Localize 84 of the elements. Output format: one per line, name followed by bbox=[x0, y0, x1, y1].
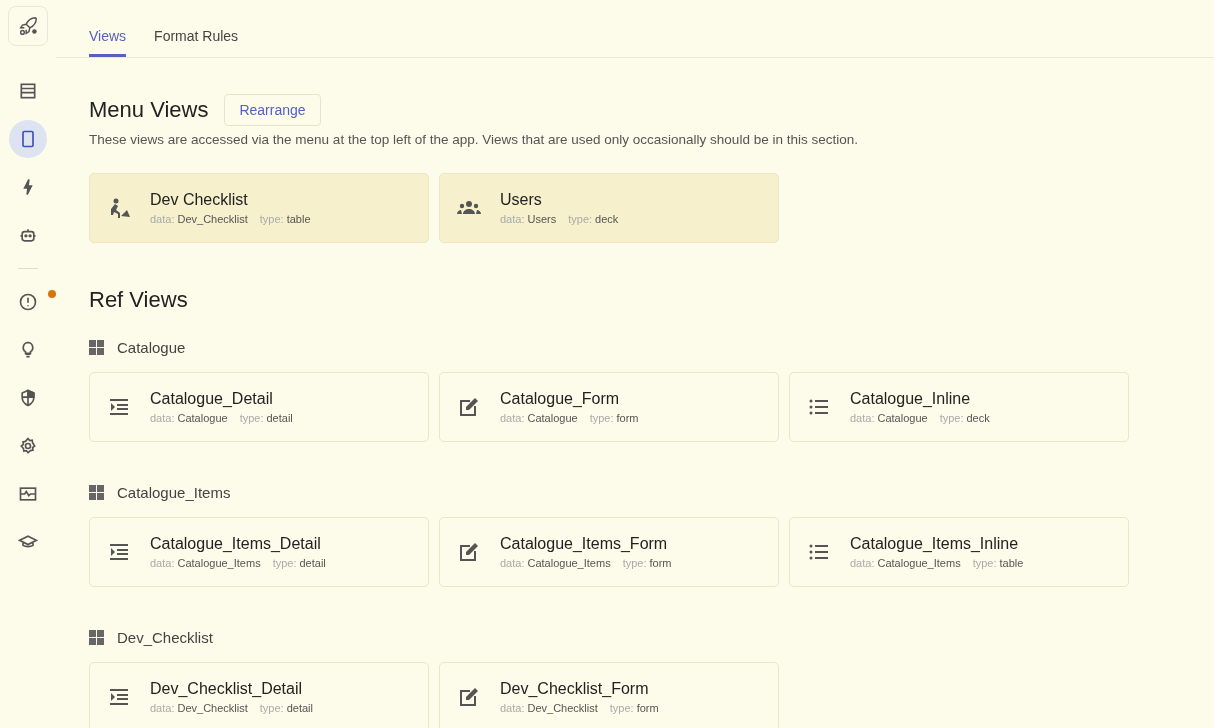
view-card[interactable]: Catalogue_Form data: Catalogue type: form bbox=[439, 372, 779, 442]
view-name: Dev_Checklist_Form bbox=[500, 680, 650, 698]
view-card[interactable]: Catalogue_Items_Form data: Catalogue_Items type: form bbox=[439, 517, 779, 587]
meta-label: type: bbox=[239, 412, 264, 424]
meta-value: table bbox=[999, 557, 1024, 569]
meta-label: type: bbox=[939, 412, 964, 424]
view-name: Dev_Checklist_Detail bbox=[150, 680, 304, 698]
tab[interactable]: Views bbox=[89, 0, 127, 57]
view-name: Users bbox=[500, 191, 543, 209]
meta-value: form bbox=[616, 412, 639, 424]
meta-label: data: bbox=[850, 412, 875, 424]
edit-icon bbox=[457, 395, 481, 419]
settings-icon bbox=[18, 436, 38, 456]
meta-label: data: bbox=[500, 412, 525, 424]
meta-value: Dev_Checklist bbox=[177, 213, 248, 225]
edit-icon bbox=[457, 685, 481, 709]
section-title: Ref Views bbox=[89, 287, 189, 313]
view-name: Catalogue_Items_Form bbox=[500, 535, 669, 553]
meta-label: type: bbox=[972, 557, 997, 569]
meta-value: Users bbox=[527, 213, 557, 225]
view-card[interactable]: Catalogue_Inline data: Catalogue type: deck bbox=[789, 372, 1129, 442]
meta-label: data: bbox=[150, 213, 175, 225]
meta-value: deck bbox=[966, 412, 990, 424]
meta-label: type: bbox=[622, 557, 647, 569]
tab[interactable]: Format Rules bbox=[154, 0, 239, 57]
grid-icon bbox=[89, 339, 105, 356]
meta-value: deck bbox=[595, 213, 619, 225]
meta-value: table bbox=[286, 213, 311, 225]
meta-label: type: bbox=[272, 557, 297, 569]
meta-label: data: bbox=[150, 557, 175, 569]
meta-label: type: bbox=[259, 213, 284, 225]
section-description: These views are accessed via the menu at the top left of the app. Views that are used only occasionally should be in this section. bbox=[89, 132, 859, 147]
view-card[interactable]: Catalogue_Items_Detail data: Catalogue_Items type: detail bbox=[89, 517, 429, 587]
table-icon bbox=[18, 81, 38, 101]
meta-value: form bbox=[649, 557, 672, 569]
app-logo[interactable] bbox=[8, 6, 48, 46]
view-card[interactable]: Users data: Users type: deck bbox=[439, 173, 779, 243]
grid-icon bbox=[89, 484, 105, 501]
meta-value: Catalogue_Items bbox=[877, 557, 961, 569]
meta-label: data: bbox=[850, 557, 875, 569]
section-title: Menu Views bbox=[89, 97, 209, 123]
view-card[interactable]: Catalogue_Items_Inline data: Catalogue_Items type: table bbox=[789, 517, 1129, 587]
meta-label: type: bbox=[568, 213, 593, 225]
group-name: Dev_Checklist bbox=[117, 629, 213, 646]
meta-label: type: bbox=[259, 702, 284, 714]
meta-label: data: bbox=[150, 702, 175, 714]
meta-value: form bbox=[636, 702, 659, 714]
meta-label: data: bbox=[500, 213, 525, 225]
view-name: Catalogue_Items_Detail bbox=[150, 535, 322, 553]
edit-icon bbox=[457, 540, 481, 564]
meta-label: data: bbox=[500, 702, 525, 714]
notification-dot bbox=[48, 290, 56, 298]
meta-value: Catalogue bbox=[877, 412, 928, 424]
meta-label: type: bbox=[609, 702, 634, 714]
phone-nav-item[interactable] bbox=[9, 120, 47, 158]
view-name: Dev Checklist bbox=[150, 191, 249, 209]
view-name: Catalogue_Form bbox=[500, 390, 621, 408]
view-name: Catalogue_Detail bbox=[150, 390, 274, 408]
meta-label: type: bbox=[589, 412, 614, 424]
meta-value: Dev_Checklist bbox=[177, 702, 248, 714]
monitor-icon bbox=[18, 484, 38, 504]
group-name: Catalogue_Items bbox=[117, 484, 231, 501]
meta-value: Catalogue bbox=[527, 412, 578, 424]
alert-icon bbox=[18, 292, 38, 312]
rearrange-button[interactable]: Rearrange bbox=[224, 94, 321, 126]
view-card[interactable]: Catalogue_Detail data: Catalogue type: detail bbox=[89, 372, 429, 442]
view-name: Catalogue_Items_Inline bbox=[850, 535, 1020, 553]
grid-icon bbox=[89, 629, 105, 646]
meta-label: data: bbox=[500, 557, 525, 569]
rocket-icon bbox=[17, 15, 39, 37]
meta-value: Dev_Checklist bbox=[527, 702, 598, 714]
meta-value: Catalogue_Items bbox=[177, 557, 261, 569]
shield-icon bbox=[18, 388, 38, 408]
view-name: Catalogue_Inline bbox=[850, 390, 972, 408]
view-card[interactable]: Dev Checklist data: Dev_Checklist type: table bbox=[89, 173, 429, 243]
view-card[interactable]: Dev_Checklist_Detail data: Dev_Checklist type: detail bbox=[89, 662, 429, 728]
meta-value: detail bbox=[266, 412, 293, 424]
group-name: Catalogue bbox=[117, 339, 186, 356]
meta-value: Catalogue bbox=[177, 412, 228, 424]
meta-value: detail bbox=[286, 702, 313, 714]
meta-label: data: bbox=[150, 412, 175, 424]
meta-value: Catalogue_Items bbox=[527, 557, 611, 569]
meta-value: detail bbox=[299, 557, 326, 569]
view-card[interactable]: Dev_Checklist_Form data: Dev_Checklist type: form bbox=[439, 662, 779, 728]
